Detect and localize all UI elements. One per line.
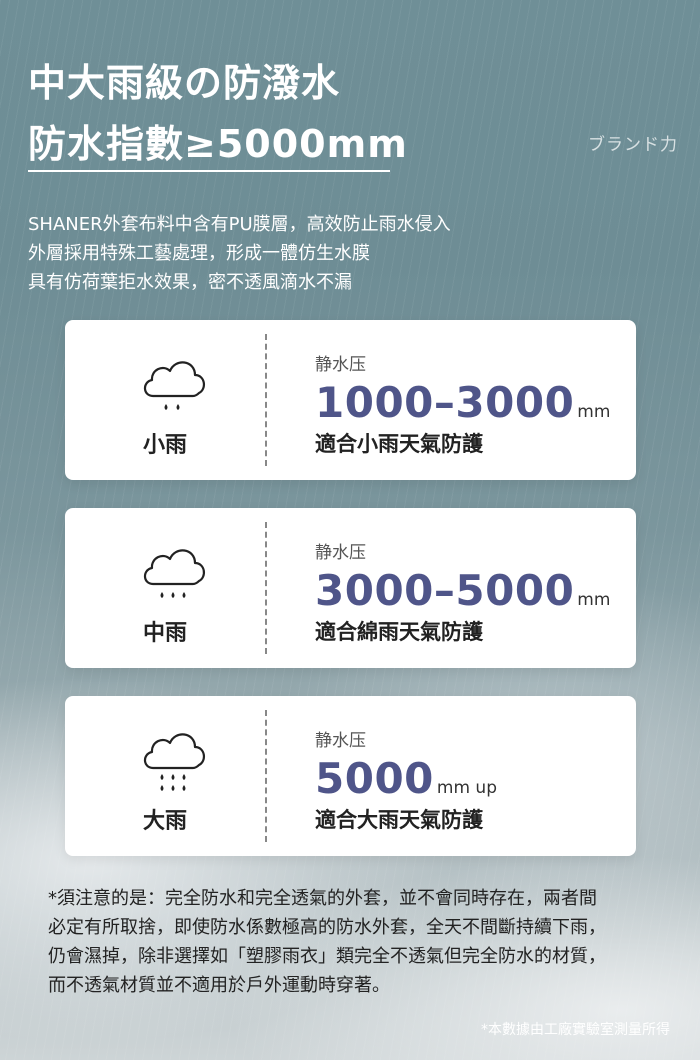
cloud-heavy-rain-icon — [139, 728, 209, 798]
intro-line: SHANER外套布料中含有PU膜層，高效防止雨水侵入 — [28, 214, 451, 235]
disclaimer-note: *須注意的是：完全防水和完全透氣的外套，並不會同時存在，兩者間 必定有所取捨，即… — [48, 884, 668, 1000]
rain-level-label: 中雨 — [142, 621, 187, 646]
note-line: 仍會濕掉，除非選擇如「塑膠雨衣」類完全不透氣但完全防水的材質， — [48, 946, 606, 967]
dashed-divider — [265, 522, 267, 654]
cloud-moderate-rain-icon — [139, 540, 209, 610]
note-line: 必定有所取捨，即使防水係數極高的防水外套，全天不間斷持續下雨， — [48, 917, 606, 938]
cloud-light-rain-icon — [139, 352, 209, 422]
page-title-line2: 防水指數≥5000mm — [28, 122, 408, 166]
note-line: 而不透氣材質並不適用於戶外運動時穿著。 — [48, 975, 390, 996]
pressure-value: 3000–5000 — [315, 566, 575, 615]
page-title-line1: 中大雨級の防潑水 — [28, 61, 341, 105]
dashed-divider — [265, 334, 267, 466]
dashed-divider — [265, 710, 267, 842]
card-description: 適合大雨天氣防護 — [315, 808, 483, 832]
rain-level-card-light: 小雨 静水压 1000–3000 mm 適合小雨天氣防護 — [65, 320, 636, 480]
pressure-unit: mm — [577, 402, 611, 422]
pressure-value-row: 5000 mm up — [315, 754, 497, 803]
pressure-unit: mm up — [436, 778, 497, 798]
rain-level-label: 大雨 — [142, 809, 187, 834]
title-underline — [28, 170, 390, 172]
pressure-label: 静水压 — [315, 543, 366, 563]
data-source-note: *本數據由工廠實驗室測量所得 — [481, 1022, 670, 1038]
pressure-value-row: 1000–3000 mm — [315, 378, 610, 427]
rain-level-label: 小雨 — [142, 433, 187, 458]
rain-level-card-moderate: 中雨 静水压 3000–5000 mm 適合綿雨天氣防護 — [65, 508, 636, 668]
pressure-value-row: 3000–5000 mm — [315, 566, 610, 615]
intro-text: SHANER外套布料中含有PU膜層，高效防止雨水侵入 外層採用特殊工藝處理，形成… — [28, 210, 451, 297]
intro-line: 具有仿荷葉拒水效果，密不透風滴水不漏 — [28, 272, 352, 293]
note-line: *須注意的是：完全防水和完全透氣的外套，並不會同時存在，兩者間 — [48, 888, 597, 909]
pressure-label: 静水压 — [315, 731, 366, 751]
pressure-value: 5000 — [315, 754, 434, 803]
rain-level-card-heavy: 大雨 静水压 5000 mm up 適合大雨天氣防護 — [65, 696, 636, 856]
pressure-value: 1000–3000 — [315, 378, 575, 427]
card-description: 適合小雨天氣防護 — [315, 432, 483, 456]
intro-line: 外層採用特殊工藝處理，形成一體仿生水膜 — [28, 243, 370, 264]
brand-label: ブランド力 — [588, 135, 678, 155]
pressure-label: 静水压 — [315, 355, 366, 375]
card-description: 適合綿雨天氣防護 — [315, 620, 483, 644]
pressure-unit: mm — [577, 590, 611, 610]
